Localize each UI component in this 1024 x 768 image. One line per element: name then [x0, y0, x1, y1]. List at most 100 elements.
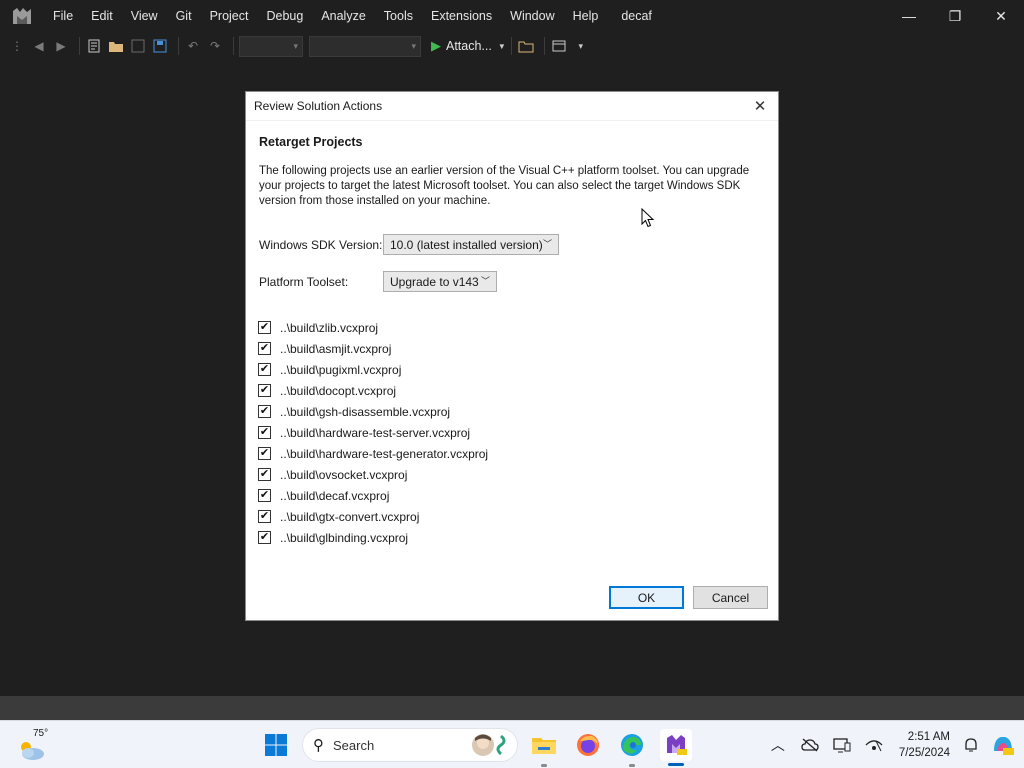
project-checkbox[interactable]: ✔	[258, 384, 271, 397]
project-checkbox[interactable]: ✔	[258, 321, 271, 334]
platform-toolset-value: Upgrade to v143	[390, 274, 479, 289]
running-indicator	[629, 764, 635, 767]
minimize-button[interactable]: —	[886, 0, 932, 32]
solution-name: decaf	[621, 9, 652, 23]
window-layout-icon[interactable]	[550, 37, 568, 55]
menu-edit[interactable]: Edit	[82, 0, 122, 32]
undo-icon[interactable]: ↶	[184, 37, 202, 55]
display-icon[interactable]	[829, 732, 855, 758]
menu-analyze[interactable]: Analyze	[312, 0, 374, 32]
menu-file[interactable]: File	[44, 0, 82, 32]
project-name: ..\build\docopt.vcxproj	[280, 383, 397, 398]
ok-button[interactable]: OK	[609, 586, 684, 609]
back-icon[interactable]: ◀	[30, 37, 48, 55]
taskbar: 75° ⚲ Search ︿ 2:51 AM 7/25/2024	[0, 720, 1024, 768]
taskbar-search-input[interactable]: ⚲ Search	[302, 728, 518, 762]
notifications-bell-icon[interactable]	[958, 732, 984, 758]
play-icon: ▶	[431, 38, 441, 53]
visual-studio-preview-icon[interactable]	[660, 729, 692, 761]
dialog-title: Review Solution Actions	[254, 99, 383, 113]
weather-widget[interactable]: 75°	[14, 727, 54, 765]
new-project-icon[interactable]	[85, 37, 103, 55]
menu-git[interactable]: Git	[167, 0, 201, 32]
project-row: ✔ ..\build\glbinding.vcxproj	[258, 527, 488, 548]
project-checkbox[interactable]: ✔	[258, 489, 271, 502]
sdk-version-label: Windows SDK Version:	[259, 238, 383, 252]
close-window-button[interactable]: ✕	[978, 0, 1024, 32]
project-row: ✔ ..\build\ovsocket.vcxproj	[258, 464, 488, 485]
project-checkbox[interactable]: ✔	[258, 426, 271, 439]
project-checkbox[interactable]: ✔	[258, 405, 271, 418]
project-checkbox[interactable]: ✔	[258, 510, 271, 523]
network-icon[interactable]	[861, 732, 887, 758]
file-explorer-icon[interactable]	[528, 729, 560, 761]
edge-icon[interactable]	[616, 729, 648, 761]
redo-icon[interactable]: ↷	[206, 37, 224, 55]
configuration-combo[interactable]: ▾	[239, 35, 303, 57]
windows-start-icon[interactable]	[260, 729, 292, 761]
cancel-button[interactable]: Cancel	[693, 586, 768, 609]
menu-help[interactable]: Help	[564, 0, 608, 32]
firefox-icon[interactable]	[572, 729, 604, 761]
project-row: ✔ ..\build\decaf.vcxproj	[258, 485, 488, 506]
menu-project[interactable]: Project	[201, 0, 258, 32]
attach-button[interactable]: ▶ Attach... ▼	[431, 38, 506, 54]
project-name: ..\build\hardware-test-generator.vcxproj	[280, 446, 489, 461]
menu-extensions[interactable]: Extensions	[422, 0, 501, 32]
project-checkbox[interactable]: ✔	[258, 531, 271, 544]
project-name: ..\build\pugixml.vcxproj	[280, 362, 402, 377]
menu-view[interactable]: View	[122, 0, 167, 32]
open-folder-icon[interactable]	[107, 37, 125, 55]
project-row: ✔ ..\build\hardware-test-generator.vcxpr…	[258, 443, 488, 464]
clock[interactable]: 2:51 AM 7/25/2024	[899, 729, 950, 761]
project-checkbox[interactable]: ✔	[258, 468, 271, 481]
toolbar-separator	[178, 37, 179, 55]
project-name: ..\build\ovsocket.vcxproj	[280, 467, 408, 482]
sdk-version-select[interactable]: 10.0 (latest installed version) ﹀	[383, 234, 559, 255]
close-icon[interactable]: ✕	[750, 96, 770, 116]
chevron-up-icon[interactable]: ︿	[765, 732, 791, 758]
mouse-cursor-icon	[641, 208, 655, 228]
window-controls: — ❐ ✕	[886, 0, 1024, 32]
cloud-offline-icon[interactable]	[797, 732, 823, 758]
project-row: ✔ ..\build\asmjit.vcxproj	[258, 338, 488, 359]
solution-explorer-icon[interactable]	[517, 37, 535, 55]
chevron-down-icon[interactable]: ▼	[498, 42, 506, 51]
toolbar-separator	[79, 37, 80, 55]
forward-icon[interactable]: ▶	[52, 37, 70, 55]
platform-combo[interactable]: ▾	[309, 35, 421, 57]
toolbar-overflow-icon[interactable]: ▾	[572, 37, 590, 55]
save-all-icon[interactable]	[151, 37, 169, 55]
project-checkbox[interactable]: ✔	[258, 342, 271, 355]
search-icon: ⚲	[313, 737, 324, 754]
menu-tools[interactable]: Tools	[375, 0, 422, 32]
menu-bar: File Edit View Git Project Debug Analyze…	[44, 0, 607, 32]
active-app-indicator	[668, 763, 684, 766]
project-row: ✔ ..\build\hardware-test-server.vcxproj	[258, 422, 488, 443]
toolbar-separator	[510, 37, 512, 55]
title-bar: File Edit View Git Project Debug Analyze…	[0, 0, 1024, 32]
running-indicator	[541, 764, 547, 767]
sdk-version-value: 10.0 (latest installed version)	[390, 237, 543, 252]
project-name: ..\build\asmjit.vcxproj	[280, 341, 392, 356]
status-bar	[0, 696, 1024, 720]
description-text: The following projects use an earlier ve…	[259, 165, 750, 207]
copilot-icon[interactable]	[990, 732, 1016, 758]
system-tray: ︿ 2:51 AM 7/25/2024	[765, 721, 1024, 768]
project-name: ..\build\glbinding.vcxproj	[280, 530, 409, 545]
project-name: ..\build\zlib.vcxproj	[280, 320, 379, 335]
project-checkbox[interactable]: ✔	[258, 363, 271, 376]
weather-temperature: 75°	[33, 728, 49, 739]
visual-studio-logo-icon[interactable]	[0, 0, 44, 32]
search-highlight-icon	[472, 734, 506, 756]
cloud-sun-icon	[21, 742, 44, 760]
menu-debug[interactable]: Debug	[257, 0, 312, 32]
save-icon[interactable]	[129, 37, 147, 55]
project-name: ..\build\decaf.vcxproj	[280, 488, 390, 503]
project-checkbox[interactable]: ✔	[258, 447, 271, 460]
project-list: ✔ ..\build\zlib.vcxproj ✔ ..\build\asmji…	[258, 317, 488, 548]
menu-window[interactable]: Window	[501, 0, 563, 32]
restore-button[interactable]: ❐	[932, 0, 978, 32]
platform-toolset-select[interactable]: Upgrade to v143 ﹀	[383, 271, 497, 292]
platform-toolset-label: Platform Toolset:	[259, 275, 349, 289]
